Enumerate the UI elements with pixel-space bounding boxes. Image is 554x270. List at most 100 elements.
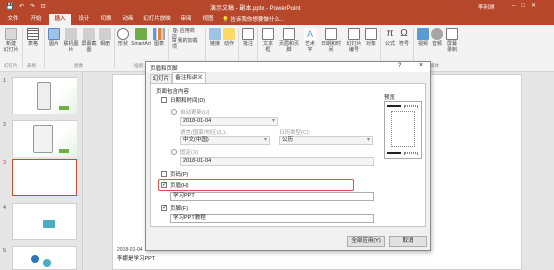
slide-number-label: 3	[3, 160, 7, 166]
calendar-select[interactable]: 公历	[279, 136, 373, 145]
picture-button[interactable]: 图片	[47, 28, 61, 47]
object-icon	[365, 28, 377, 40]
language-select[interactable]: 中文(中国)	[180, 136, 270, 145]
window-title: 演示文稿 - 副本.pptx - PowerPoint	[210, 6, 301, 12]
footer-input[interactable]: 学习PPT教程	[170, 214, 374, 223]
video-button[interactable]: 视频	[417, 28, 429, 47]
tab-view[interactable]: 视图	[198, 14, 218, 25]
table-icon	[27, 28, 39, 40]
ribbon-tabs: 文件 开始 插入 设计 切换 动画 幻灯片放映 审阅 视图 💡 告诉我你想要做什…	[0, 13, 554, 25]
header-input[interactable]: 学习PPT	[170, 192, 374, 201]
slide-thumbnail-2[interactable]	[12, 120, 77, 157]
tab-animations[interactable]: 动画	[118, 14, 138, 25]
datetime-button[interactable]: 日期和时间	[319, 28, 343, 53]
dialog-titlebar: 页眉和页脚 ? ×	[146, 62, 430, 72]
fixed-date-input[interactable]: 2018-01-04	[180, 157, 374, 166]
link-button[interactable]: 链接	[209, 28, 221, 47]
comment-button[interactable]: 批注	[242, 28, 254, 47]
slide-thumbnail-pane: 1 2 3 4 5	[0, 72, 83, 270]
slide-thumbnail-3[interactable]	[12, 159, 77, 196]
slide-date-placeholder[interactable]: 2018-01-04	[117, 247, 143, 253]
tab-design[interactable]: 设计	[74, 14, 94, 25]
chart-button[interactable]: 图表	[153, 28, 165, 47]
tab-home[interactable]: 开始	[26, 14, 46, 25]
slide-number-button[interactable]: 幻灯片 编号	[345, 28, 363, 53]
maximize-icon[interactable]: □	[521, 3, 531, 9]
language-label: 语言(国家/地区)(L):	[180, 130, 227, 136]
object-button[interactable]: 对象	[365, 28, 377, 47]
tab-transitions[interactable]: 切换	[96, 14, 116, 25]
wordart-icon: A	[304, 28, 316, 40]
fixed-radio[interactable]	[171, 149, 177, 155]
lightbulb-icon: 💡	[222, 17, 229, 23]
header-footer-icon	[283, 28, 295, 40]
minimize-icon[interactable]: –	[512, 3, 521, 9]
my-addins-button[interactable]: ⊞ 我的加载项	[172, 38, 202, 50]
comment-icon	[242, 28, 254, 40]
textbox-icon	[262, 28, 274, 40]
slide-number-label: 4	[3, 205, 7, 211]
auto-update-select[interactable]: 2018-01-04	[180, 117, 278, 126]
footer-checkbox[interactable]	[161, 204, 167, 211]
section-label: 页面包含内容	[156, 89, 190, 95]
textbox-button[interactable]: 文本框	[261, 28, 275, 53]
header-footer-button[interactable]: 页眉和页脚	[277, 28, 301, 53]
group-tables: 表格	[27, 63, 36, 68]
tell-me-text: 告诉我你想要做什么...	[230, 17, 285, 23]
calendar-label: 日历类型(C):	[279, 130, 311, 136]
online-picture-icon	[65, 28, 77, 40]
slide-thumbnail-1[interactable]	[12, 77, 77, 114]
slide-number-label: 5	[3, 248, 7, 254]
user-name[interactable]: 李利琪	[478, 3, 495, 11]
picture-icon	[48, 28, 60, 40]
slide-number-label: 1	[3, 78, 7, 84]
symbol-button[interactable]: Ω 符号	[398, 28, 410, 47]
present-icon[interactable]: ⊡	[41, 4, 48, 10]
footer-label: 页脚(F)	[170, 206, 189, 212]
auto-update-radio[interactable]	[171, 109, 177, 115]
undo-icon[interactable]: ↶	[19, 4, 26, 10]
group-slides: 幻灯片	[4, 63, 18, 68]
shapes-button[interactable]: 形状	[117, 28, 129, 47]
datetime-checkbox[interactable]	[161, 97, 167, 103]
slide-footer-placeholder[interactable]: 李娜是学习PPT	[117, 254, 155, 262]
wordart-button[interactable]: A 艺术字	[303, 28, 317, 53]
title-bar: 💾 ↶ ↷ ⊡ 演示文稿 - 副本.pptx - PowerPoint 李利琪 …	[0, 0, 554, 13]
table-button[interactable]: 表格	[26, 28, 40, 47]
tab-review[interactable]: 审阅	[176, 14, 196, 25]
dialog-close-icon[interactable]: ×	[419, 62, 423, 69]
screenshot-button[interactable]: 屏幕截图	[81, 28, 97, 53]
tab-file[interactable]: 文件	[4, 14, 22, 25]
page-number-checkbox[interactable]	[161, 171, 167, 177]
online-picture-button[interactable]: 联机图片	[63, 28, 79, 53]
redo-icon[interactable]: ↷	[30, 4, 37, 10]
header-checkbox[interactable]	[161, 181, 167, 188]
cancel-button[interactable]: 取消	[389, 236, 427, 247]
calendar-icon	[325, 28, 337, 40]
group-illustrations: 插图	[134, 63, 143, 68]
header-footer-dialog: 页眉和页脚 ? × 幻灯片 备注和讲义 页面包含内容 日期和时间(D) 自动更新…	[145, 61, 431, 251]
window-controls[interactable]: –□✕	[512, 2, 542, 9]
new-slide-button[interactable]: 新建 幻灯片	[3, 28, 19, 53]
action-button[interactable]: 动作	[223, 28, 235, 47]
tab-insert[interactable]: 插入	[49, 14, 71, 25]
screen-record-icon	[446, 28, 458, 40]
slide-thumbnail-5[interactable]	[12, 246, 77, 270]
fixed-label: 固定(X)	[180, 150, 199, 156]
help-icon[interactable]: ?	[398, 63, 401, 69]
slide-thumbnail-4[interactable]	[12, 203, 77, 240]
save-icon[interactable]: 💾	[6, 4, 15, 10]
quick-access-toolbar[interactable]: 💾 ↶ ↷ ⊡	[6, 3, 48, 10]
new-slide-icon	[5, 28, 17, 40]
apply-all-button[interactable]: 全部应用(Y)	[347, 236, 385, 247]
tell-me-box[interactable]: 💡 告诉我你想要做什么...	[222, 15, 284, 23]
close-window-icon[interactable]: ✕	[531, 3, 542, 9]
tab-slideshow[interactable]: 幻灯片放映	[140, 14, 174, 25]
group-images: 图像	[74, 63, 83, 68]
audio-button[interactable]: 音频	[431, 28, 443, 47]
smartart-button[interactable]: SmartArt	[131, 28, 151, 47]
album-button[interactable]: 相册	[99, 28, 111, 47]
chart-icon	[153, 28, 165, 40]
screen-record-button[interactable]: 屏幕 录制	[445, 28, 459, 53]
equation-button[interactable]: π 公式	[384, 28, 396, 47]
